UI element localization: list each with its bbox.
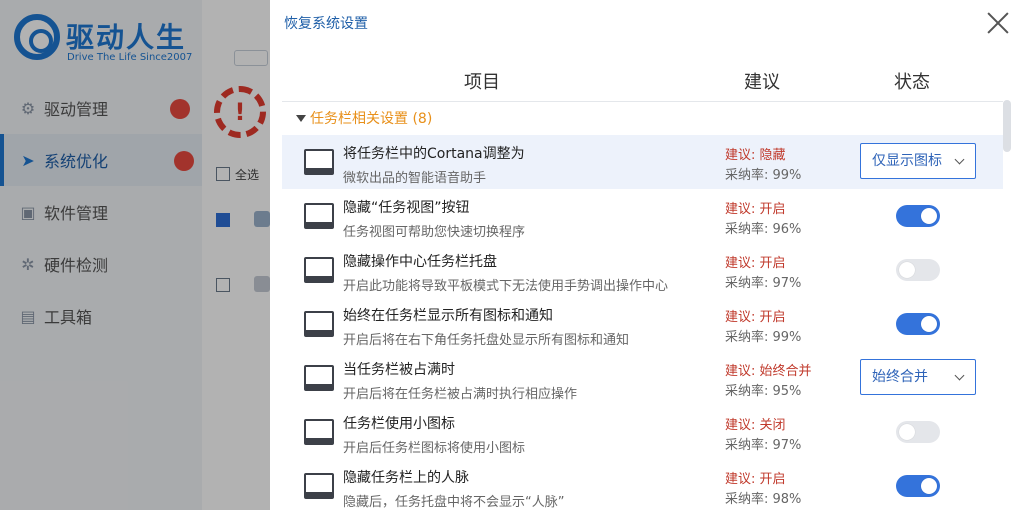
table-row[interactable]: 任务栏使用小图标 开启后任务栏图标将使用小图标 建议: 关闭 采纳率: 97%	[282, 405, 1003, 459]
status-toggle[interactable]	[896, 313, 940, 335]
table-row[interactable]: 隐藏任务栏上的人脉 隐藏后，任务托盘中将不会显示“人脉” 建议: 开启 采纳率:…	[282, 459, 1003, 510]
row-suggestion: 建议: 开启	[725, 310, 786, 325]
caret-down-icon	[296, 114, 306, 122]
row-adoption-rate: 采纳率: 99%	[725, 168, 802, 183]
row-suggestion: 建议: 开启	[725, 202, 786, 217]
chevron-down-icon	[954, 154, 965, 165]
group-taskbar-settings[interactable]: 任务栏相关设置 (8)	[282, 106, 432, 130]
taskbar-icon	[304, 203, 334, 229]
status-toggle[interactable]	[896, 259, 940, 281]
row-description: 开启此功能将导致平板模式下无法使用手势调出操作中心	[343, 279, 669, 294]
row-suggestion: 建议: 始终合并	[725, 364, 812, 379]
row-description: 微软出品的智能语音助手	[343, 171, 487, 186]
row-adoption-rate: 采纳率: 97%	[725, 276, 802, 291]
taskbar-icon	[304, 419, 334, 445]
row-title: 当任务栏被占满时	[343, 362, 455, 378]
column-header-item: 项目	[464, 72, 500, 93]
row-suggestion: 建议: 关闭	[725, 418, 786, 433]
restore-settings-dialog: 恢复系统设置 项目 建议 状态 任务栏相关设置 (8) 将任务栏中的Cortan…	[270, 0, 1021, 510]
header-divider	[282, 101, 1003, 102]
status-toggle[interactable]	[896, 205, 940, 227]
table-row[interactable]: 将任务栏中的Cortana调整为 微软出品的智能语音助手 建议: 隐藏 采纳率:…	[282, 135, 1003, 189]
row-adoption-rate: 采纳率: 99%	[725, 330, 802, 345]
row-title: 始终在任务栏显示所有图标和通知	[343, 308, 553, 324]
taskbar-icon	[304, 257, 334, 283]
row-suggestion: 建议: 开启	[725, 472, 786, 487]
scrollbar-thumb[interactable]	[1003, 100, 1011, 152]
row-description: 开启后将在右下角任务托盘处显示所有图标和通知	[343, 333, 630, 348]
status-toggle[interactable]	[896, 421, 940, 443]
table-row[interactable]: 隐藏“任务视图”按钮 任务视图可帮助您快速切换程序 建议: 开启 采纳率: 96…	[282, 189, 1003, 243]
row-description: 隐藏后，任务托盘中将不会显示“人脉”	[343, 495, 565, 510]
select-value: 仅显示图标	[872, 153, 942, 169]
taskbar-full-select[interactable]: 始终合并	[860, 359, 976, 395]
row-title: 隐藏“任务视图”按钮	[343, 200, 470, 216]
status-toggle[interactable]	[896, 475, 940, 497]
row-adoption-rate: 采纳率: 96%	[725, 222, 802, 237]
row-description: 开启后任务栏图标将使用小图标	[343, 441, 526, 456]
table-row[interactable]: 当任务栏被占满时 开启后将在任务栏被占满时执行相应操作 建议: 始终合并 采纳率…	[282, 351, 1003, 405]
table-row[interactable]: 始终在任务栏显示所有图标和通知 开启后将在右下角任务托盘处显示所有图标和通知 建…	[282, 297, 1003, 351]
row-description: 开启后将在任务栏被占满时执行相应操作	[343, 387, 578, 402]
column-header-status: 状态	[894, 72, 930, 93]
row-adoption-rate: 采纳率: 97%	[725, 438, 802, 453]
chevron-down-icon	[954, 370, 965, 381]
row-adoption-rate: 采纳率: 95%	[725, 384, 802, 399]
row-suggestion: 建议: 隐藏	[725, 148, 786, 163]
group-label: 任务栏相关设置 (8)	[310, 111, 433, 127]
taskbar-icon	[304, 149, 334, 175]
column-header-suggestion: 建议	[744, 72, 780, 93]
row-suggestion: 建议: 开启	[725, 256, 786, 271]
taskbar-icon	[304, 473, 334, 499]
row-title: 将任务栏中的Cortana调整为	[343, 146, 525, 162]
taskbar-icon	[304, 311, 334, 337]
cortana-mode-select[interactable]: 仅显示图标	[860, 143, 976, 179]
close-icon[interactable]	[986, 11, 1010, 35]
modal-overlay	[0, 0, 270, 510]
row-title: 隐藏任务栏上的人脉	[343, 470, 469, 486]
taskbar-icon	[304, 365, 334, 391]
row-adoption-rate: 采纳率: 98%	[725, 492, 802, 507]
row-title: 隐藏操作中心任务栏托盘	[343, 254, 497, 270]
row-title: 任务栏使用小图标	[343, 416, 455, 432]
row-description: 任务视图可帮助您快速切换程序	[343, 225, 526, 240]
table-row[interactable]: 隐藏操作中心任务栏托盘 开启此功能将导致平板模式下无法使用手势调出操作中心 建议…	[282, 243, 1003, 297]
select-value: 始终合并	[872, 369, 928, 385]
dialog-title: 恢复系统设置	[284, 16, 368, 32]
